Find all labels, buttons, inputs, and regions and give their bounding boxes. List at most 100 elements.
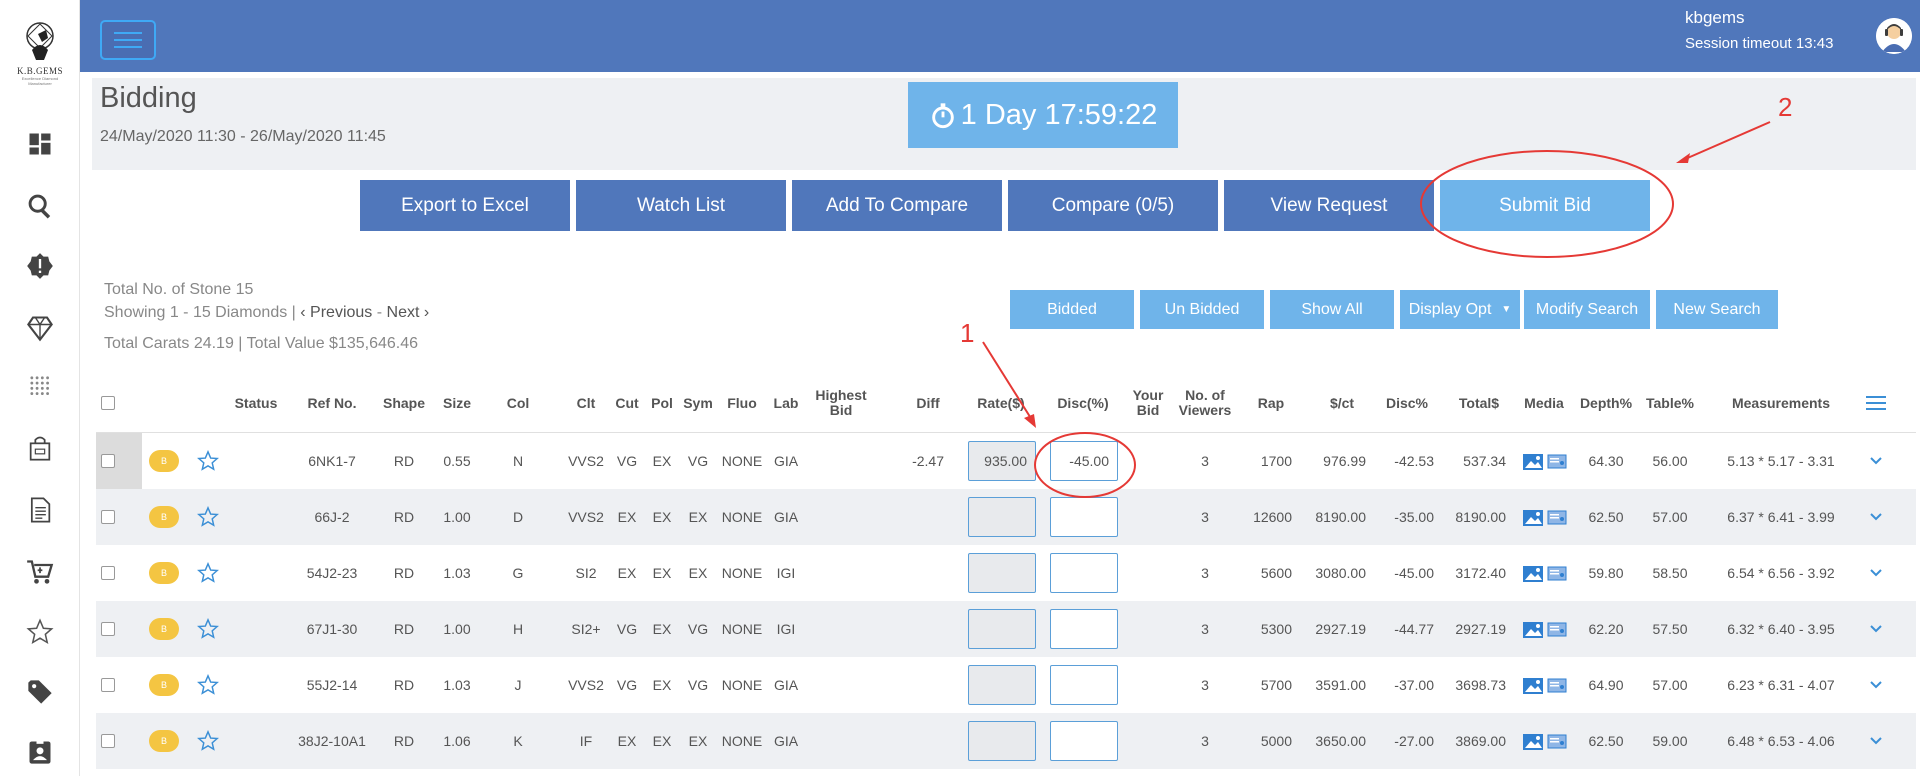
id-card-icon[interactable] <box>24 736 56 768</box>
username[interactable]: kbgems <box>1685 8 1745 28</box>
table-row[interactable]: B 55J2-14 RD 1.03 J VVS2 VG EX VG NONE GIA 3 5700 359… <box>96 657 1916 713</box>
view-request-button[interactable]: View Request <box>1224 180 1434 231</box>
header-price-per-carat[interactable]: $/ct <box>1312 373 1372 433</box>
header-shape[interactable]: Shape <box>376 373 432 433</box>
previous-link[interactable]: ‹ Previous <box>300 304 372 321</box>
add-to-compare-button[interactable]: Add To Compare <box>792 180 1002 231</box>
hamburger-menu-button[interactable] <box>100 20 156 60</box>
header-measurements[interactable]: Measurements <box>1712 373 1850 433</box>
row-checkbox[interactable] <box>100 489 116 545</box>
header-highest-bid[interactable]: Highest Bid <box>810 373 872 433</box>
media-icons[interactable] <box>1520 489 1570 545</box>
watch-star-icon[interactable] <box>196 489 220 545</box>
discount-input[interactable] <box>1050 665 1118 705</box>
expand-row-chevron-icon[interactable] <box>1862 433 1890 489</box>
discount-input[interactable] <box>1050 553 1118 593</box>
table-row[interactable]: B 54J2-23 RD 1.03 G SI2 EX EX EX NONE IGI 3 5600 3080… <box>96 545 1916 601</box>
media-icons[interactable] <box>1520 657 1570 713</box>
watch-star-icon[interactable] <box>196 657 220 713</box>
cell-diff <box>892 657 944 713</box>
header-total[interactable]: Total$ <box>1446 373 1512 433</box>
discount-input[interactable] <box>1050 721 1118 761</box>
shopping-bag-icon[interactable] <box>24 432 56 464</box>
watch-star-icon[interactable] <box>196 713 220 769</box>
header-disc[interactable]: Disc(%) <box>1044 373 1122 433</box>
alert-badge-icon[interactable] <box>24 250 56 282</box>
header-fluo[interactable]: Fluo <box>720 373 764 433</box>
select-all-checkbox[interactable] <box>100 373 116 433</box>
tag-icon[interactable] <box>24 676 56 708</box>
compare-button[interactable]: Compare (0/5) <box>1008 180 1218 231</box>
table-row[interactable]: B 6NK1-7 RD 0.55 N VVS2 VG EX VG NONE GIA -2.47 3 170… <box>96 433 1916 489</box>
row-checkbox[interactable] <box>100 601 116 657</box>
media-icons[interactable] <box>1520 545 1570 601</box>
rate-input[interactable] <box>968 721 1036 761</box>
cart-icon[interactable] <box>24 556 56 588</box>
header-ref-no[interactable]: Ref No. <box>292 373 372 433</box>
new-search-button[interactable]: New Search <box>1656 290 1778 329</box>
header-cut[interactable]: Cut <box>610 373 644 433</box>
expand-row-chevron-icon[interactable] <box>1862 657 1890 713</box>
watch-star-icon[interactable] <box>196 601 220 657</box>
table-row[interactable]: B 66J-2 RD 1.00 D VVS2 EX EX EX NONE GIA 3 12600 8190… <box>96 489 1916 545</box>
header-clt[interactable]: Clt <box>566 373 606 433</box>
table-row[interactable]: B 67J1-30 RD 1.00 H SI2+ VG EX VG NONE IGI 3 5300 292… <box>96 601 1916 657</box>
export-to-excel-button[interactable]: Export to Excel <box>360 180 570 231</box>
company-logo[interactable]: K.B.GEMS Excellence Diamond Manufacturer <box>12 20 68 86</box>
rate-input[interactable] <box>968 665 1036 705</box>
user-avatar[interactable] <box>1876 18 1912 54</box>
table-row[interactable]: B 38J2-10A1 RD 1.06 K IF EX EX EX NONE GIA 3 5000 365… <box>96 713 1916 769</box>
row-checkbox[interactable] <box>100 545 116 601</box>
dashboard-icon[interactable] <box>24 128 56 160</box>
column-settings-icon[interactable] <box>1856 373 1896 433</box>
header-pol[interactable]: Pol <box>646 373 678 433</box>
next-link[interactable]: Next › <box>387 304 430 321</box>
header-rate[interactable]: Rate($) <box>964 373 1038 433</box>
header-your-bid[interactable]: Your Bid <box>1126 373 1170 433</box>
document-icon[interactable] <box>24 494 56 526</box>
media-icons[interactable] <box>1520 713 1570 769</box>
header-status[interactable]: Status <box>226 373 286 433</box>
watch-star-icon[interactable] <box>196 433 220 489</box>
rate-input[interactable] <box>968 609 1036 649</box>
expand-row-chevron-icon[interactable] <box>1862 713 1890 769</box>
discount-input[interactable] <box>1050 441 1118 481</box>
media-icons[interactable] <box>1520 433 1570 489</box>
discount-input[interactable] <box>1050 609 1118 649</box>
expand-row-chevron-icon[interactable] <box>1862 601 1890 657</box>
bidded-filter-button[interactable]: Bidded <box>1010 290 1134 329</box>
header-table[interactable]: Table% <box>1640 373 1700 433</box>
diamond-icon[interactable] <box>24 312 56 344</box>
header-depth[interactable]: Depth% <box>1576 373 1636 433</box>
header-media[interactable]: Media <box>1516 373 1572 433</box>
show-all-button[interactable]: Show All <box>1270 290 1394 329</box>
star-icon[interactable] <box>24 616 56 648</box>
row-checkbox[interactable] <box>100 713 116 769</box>
modify-search-button[interactable]: Modify Search <box>1524 290 1650 329</box>
rate-input[interactable] <box>968 441 1036 481</box>
rate-input[interactable] <box>968 497 1036 537</box>
header-sym[interactable]: Sym <box>680 373 716 433</box>
header-col[interactable]: Col <box>500 373 536 433</box>
row-checkbox[interactable] <box>100 433 116 489</box>
header-size[interactable]: Size <box>436 373 478 433</box>
header-viewers[interactable]: No. of Viewers <box>1172 373 1238 433</box>
unbidded-filter-button[interactable]: Un Bidded <box>1140 290 1264 329</box>
discount-input[interactable] <box>1050 497 1118 537</box>
watch-list-button[interactable]: Watch List <box>576 180 786 231</box>
watch-star-icon[interactable] <box>196 545 220 601</box>
search-icon[interactable] <box>24 190 56 222</box>
header-lab[interactable]: Lab <box>768 373 804 433</box>
row-checkbox[interactable] <box>100 657 116 713</box>
submit-bid-button[interactable]: Submit Bid <box>1440 180 1650 231</box>
header-disc-percent[interactable]: Disc% <box>1376 373 1438 433</box>
rate-input[interactable] <box>968 553 1036 593</box>
expand-row-chevron-icon[interactable] <box>1862 545 1890 601</box>
display-options-dropdown[interactable]: Display Opt ▼ <box>1400 290 1520 329</box>
expand-row-chevron-icon[interactable] <box>1862 489 1890 545</box>
media-icons[interactable] <box>1520 601 1570 657</box>
grid-dots-icon[interactable] <box>24 370 56 402</box>
header-rap[interactable]: Rap <box>1246 373 1296 433</box>
status-badge: B <box>148 489 180 545</box>
header-diff[interactable]: Diff <box>908 373 948 433</box>
